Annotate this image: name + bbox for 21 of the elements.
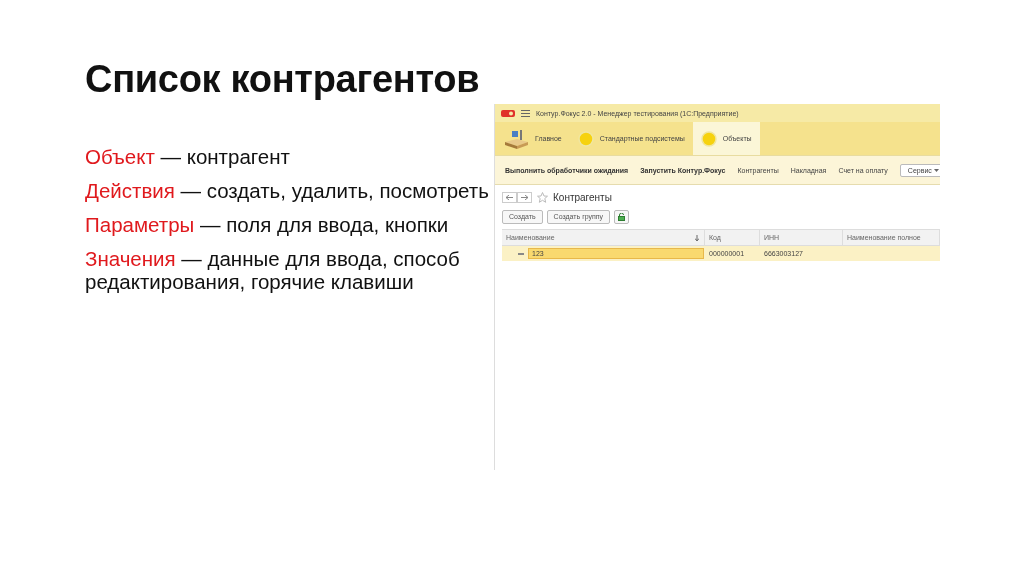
form-title: Контрагенты [553, 191, 612, 203]
circle-icon [700, 130, 717, 147]
sort-arrow-icon [695, 234, 699, 241]
bullet-point: Значения — данные для ввода, способ редактирования, горячие клавиши [85, 247, 461, 293]
star-icon[interactable] [537, 191, 548, 203]
menu-icon[interactable] [521, 109, 530, 117]
slide-title: Список контрагентов [85, 58, 481, 101]
arrow-right-icon [521, 194, 528, 200]
circle-icon [577, 130, 594, 147]
lock-button[interactable] [614, 210, 630, 224]
desk-icon [503, 127, 529, 150]
dash-icon [518, 252, 524, 255]
lock-icon [618, 213, 626, 221]
logo-icon [501, 108, 515, 118]
caret-icon [933, 168, 939, 172]
back-button[interactable] [502, 191, 517, 203]
arrow-left-icon [506, 194, 513, 200]
bullet-point: Объект — контрагент [85, 145, 291, 168]
forward-button[interactable] [517, 191, 532, 203]
bullet-point: Действия — создать, удалить, посмотреть [85, 179, 490, 202]
bullet-point: Параметры — поля для ввода, кнопки [85, 213, 450, 236]
